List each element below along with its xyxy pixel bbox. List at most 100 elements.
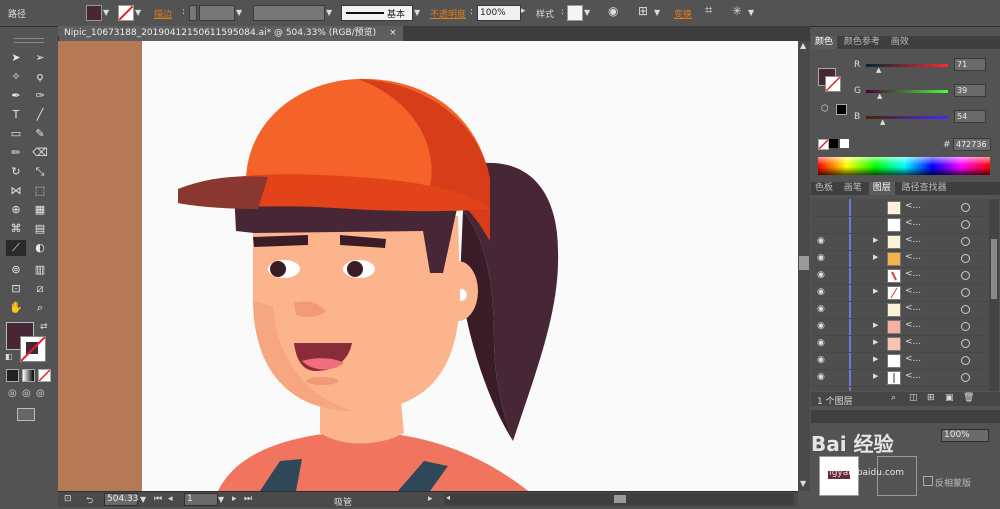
gradient-mode-icon[interactable] [22,369,35,382]
layer-row-5[interactable]: ◉ <... [811,267,987,285]
fill-dropdown-icon[interactable]: ▼ [103,8,109,17]
visibility-eye-icon[interactable]: ◉ [817,338,827,348]
align-dropdown-icon[interactable]: ▼ [654,8,660,17]
type-tool-icon[interactable]: T [8,107,24,123]
visibility-eye-icon[interactable]: ◉ [817,304,827,314]
expand-arrow-icon[interactable]: ▶ [873,287,878,295]
scroll-down-icon[interactable]: ▼ [800,479,806,488]
layer-row-8[interactable]: ◉ ▶ <... [811,318,987,336]
artboard-dropdown-icon[interactable]: ▼ [218,495,224,504]
expand-arrow-icon[interactable]: ▶ [873,321,878,329]
visibility-eye-icon[interactable]: ◉ [817,321,827,331]
layer-row-9[interactable]: ◉ ▶ <... [811,335,987,353]
transparency-opacity-field[interactable]: 100% [941,429,989,442]
next-artboard-icon[interactable]: ▸ [232,494,237,504]
style-dropdown-icon[interactable]: ▼ [584,8,590,17]
tab-pathfinder[interactable]: 路径查找器 [898,182,951,195]
target-icon[interactable] [961,339,970,348]
scroll-up-icon[interactable]: ▲ [800,41,806,50]
hscroll-thumb[interactable] [614,495,626,503]
shape-builder-tool-icon[interactable]: ⊕ [8,202,24,218]
zoom-dropdown-icon[interactable]: ▼ [140,495,146,504]
visibility-eye-icon[interactable]: ◉ [817,270,827,280]
none-mode-icon[interactable] [38,369,51,382]
symbol-sprayer-tool-icon[interactable]: ⊚ [8,262,24,278]
invert-mask-checkbox[interactable] [923,476,933,486]
b-slider-handle[interactable]: ▲ [880,118,885,126]
column-graph-tool-icon[interactable]: ▥ [32,262,48,278]
paintbrush-tool-icon[interactable]: ✎ [32,126,48,142]
options-icon[interactable]: ✳ [732,4,742,18]
color-mode-icon[interactable] [6,369,19,382]
target-icon[interactable] [961,271,970,280]
out-of-gamut-icon[interactable]: ⬡ [821,104,829,114]
artboard-field[interactable]: 1 [184,493,218,506]
layer-row-10[interactable]: ◉ ▶ <... [811,352,987,370]
rotate-view-icon[interactable]: ⮌ [86,493,93,509]
tab-color-guide[interactable]: 颜色参考 [840,36,884,49]
layers-scroll-thumb[interactable] [991,239,997,299]
screen-mode-icon[interactable] [17,408,35,421]
rotate-tool-icon[interactable]: ↻ [8,164,24,180]
blend-tool-icon[interactable]: ◐ [32,240,48,256]
new-sublayer-icon[interactable]: ⊞ [927,393,935,403]
vertical-scrollbar[interactable]: ▲ ▼ [798,41,810,491]
layer-row-7[interactable]: ◉ <... [811,301,987,319]
delete-layer-icon[interactable]: 🗑 [963,393,974,403]
rectangle-tool-icon[interactable]: ▭ [8,126,24,142]
layers-scrollbar[interactable] [989,199,999,391]
tab-layers[interactable]: 图层 [868,182,895,195]
b-slider[interactable] [866,116,948,119]
toolbar-grip[interactable] [14,38,44,43]
expand-arrow-icon[interactable]: ▶ [873,355,878,363]
draw-normal-icon[interactable]: ◎ [8,388,17,399]
target-icon[interactable] [961,203,970,212]
r-value-field[interactable]: 71 [954,58,986,71]
isolate-icon[interactable]: ⌗ [705,3,712,18]
target-icon[interactable] [961,322,970,331]
color-spectrum[interactable] [818,157,990,175]
new-layer-icon[interactable]: ▣ [945,393,954,403]
profile-dropdown-icon[interactable]: ▼ [326,8,332,17]
eyedropper-tool-icon[interactable]: ⟋ [6,240,26,256]
target-icon[interactable] [961,288,970,297]
magic-wand-tool-icon[interactable]: ✧ [8,69,24,85]
clipping-mask-icon[interactable]: ◫ [909,393,918,403]
tab-brushes[interactable]: 画笔 [840,182,866,195]
web-safe-icon[interactable] [836,104,847,115]
scale-tool-icon[interactable]: ⤡ [32,164,48,180]
lasso-tool-icon[interactable]: ϙ [32,69,48,85]
expand-arrow-icon[interactable]: ▶ [873,372,878,380]
stroke-link[interactable]: 描边 [154,7,172,20]
visibility-eye-icon[interactable]: ◉ [817,287,827,297]
line-tool-icon[interactable]: ╱ [32,107,48,123]
first-artboard-icon[interactable]: ⏮ [154,494,162,504]
character-illustration[interactable] [58,41,798,491]
mesh-tool-icon[interactable]: ⌘ [8,221,24,237]
stroke-swatch[interactable] [118,5,134,21]
slice-tool-icon[interactable]: ⧄ [32,281,48,297]
b-value-field[interactable]: 54 [954,110,986,123]
visibility-eye-icon[interactable]: ◉ [817,253,827,263]
expand-arrow-icon[interactable]: ▶ [873,236,878,244]
gradient-tool-icon[interactable]: ▤ [32,221,48,237]
target-icon[interactable] [961,220,970,229]
options-dropdown-icon[interactable]: ▼ [748,8,754,17]
pencil-tool-icon[interactable]: ✏ [8,145,24,161]
status-arrow-icon[interactable]: ▸ [428,494,433,504]
direct-selection-tool-icon[interactable]: ➢ [32,50,48,66]
tab-effects[interactable]: 画效 [887,36,913,49]
transform-link[interactable]: 变换 [674,7,692,20]
recolor-icon[interactable]: ◉ [608,4,618,18]
last-artboard-icon[interactable]: ⏭ [244,494,252,504]
zoom-field[interactable]: 504.33 [104,493,139,506]
draw-inside-icon[interactable]: ◎ [36,388,45,399]
opacity-field[interactable]: 100% [477,5,521,21]
stroke-weight-dropdown-icon[interactable]: ▼ [236,8,242,17]
hand-tool-icon[interactable]: ✋ [8,300,24,316]
align-icon[interactable]: ⊞ [638,4,648,18]
layer-row-4[interactable]: ◉ ▶ <... [811,250,987,268]
layer-row-11[interactable]: ◉ ▶ <... [811,369,987,387]
horizontal-scrollbar[interactable]: ◂ [444,493,794,505]
g-slider-handle[interactable]: ▲ [877,92,882,100]
